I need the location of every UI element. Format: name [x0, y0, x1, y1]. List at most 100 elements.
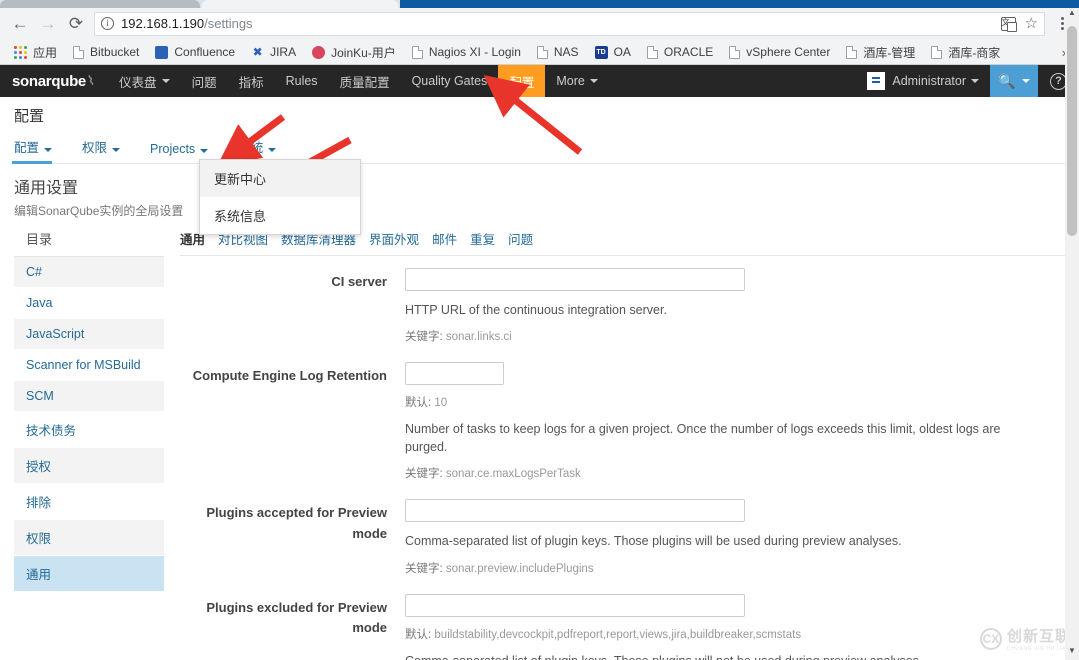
sidebar-title: 目录 — [14, 227, 164, 257]
setting-description: HTTP URL of the continuous integration s… — [405, 303, 667, 317]
address-bar[interactable]: i 192.168.1.190/settings ☆ — [94, 11, 1045, 36]
scroll-down-icon[interactable]: ▼ — [1065, 646, 1079, 660]
back-icon[interactable]: ← — [6, 10, 34, 38]
user-menu[interactable]: Administrator — [856, 65, 990, 97]
setting-label: Compute Engine Log Retention — [192, 368, 387, 384]
nav-label: 问题 — [191, 75, 217, 90]
nav-item-rules[interactable]: Rules — [275, 65, 329, 97]
scroll-up-icon[interactable]: ▲ — [1065, 8, 1079, 22]
bookmark-label: JIRA — [270, 45, 297, 59]
browser-tab-strip[interactable] — [0, 0, 1079, 8]
bookmark-nagios[interactable]: Nagios XI - Login — [404, 41, 529, 63]
sidebar-item-exclusions[interactable]: 排除 — [14, 484, 164, 520]
section-subheading: 编辑SonarQube实例的全局设置 — [14, 204, 184, 218]
page-icon — [646, 45, 658, 59]
subnav-item-configuration[interactable]: 配置 — [12, 134, 66, 164]
sidebar-item-permissions[interactable]: 权限 — [14, 520, 164, 556]
sonarqube-logo[interactable]: sonarqube ⌇ — [0, 65, 108, 97]
nav-item-dashboard[interactable]: 仪表盘 — [108, 65, 181, 97]
nav-label: Quality Gates — [411, 74, 488, 88]
browser-toolbar: ← → ⟳ i 192.168.1.190/settings ☆ — [0, 8, 1079, 40]
setting-key: 关键字: sonar.ce.maxLogsPerTask — [405, 465, 1069, 481]
bookmark-label: Bitbucket — [90, 45, 140, 59]
bookmark-oracle[interactable]: ORACLE — [639, 41, 721, 63]
subnav-item-permissions[interactable]: 权限 — [80, 134, 134, 163]
bookmark-label: ORACLE — [663, 45, 714, 59]
jira-icon: ✖ — [252, 44, 263, 59]
setting-description: Comma-separated list of plugin keys. Tho… — [405, 534, 902, 549]
section-heading: 通用设置 — [14, 180, 79, 197]
plugins-excluded-input[interactable] — [405, 593, 745, 617]
bookmark-label: NAS — [553, 45, 579, 59]
bookmark-joinku[interactable]: JoinKu-用户 — [304, 41, 404, 63]
nav-label: 配置 — [509, 75, 535, 90]
td-icon: TD — [594, 45, 608, 59]
setting-compute-engine-log-retention: Compute Engine Log Retention 默认: 10 Numb… — [180, 362, 1069, 481]
page-scrollbar[interactable]: ▲ ▼ — [1065, 8, 1079, 660]
forward-icon[interactable]: → — [34, 10, 62, 38]
site-info-icon[interactable]: i — [101, 17, 114, 30]
bookmark-label: Confluence — [174, 45, 236, 59]
qr-avatar-icon — [867, 72, 886, 90]
nav-item-quality-profiles[interactable]: 质量配置 — [329, 65, 401, 97]
user-name: Administrator — [892, 74, 966, 88]
sidebar-item-technical-debt[interactable]: 技术债务 — [14, 412, 164, 448]
logo-text: sonarqube — [12, 72, 86, 90]
url-text: 192.168.1.190/settings — [121, 16, 253, 31]
bookmark-apps[interactable]: 应用 — [6, 41, 65, 63]
nav-item-more[interactable]: More — [545, 65, 608, 97]
tab-duplications[interactable]: 重复 — [470, 229, 495, 248]
bookmark-vsphere[interactable]: vSphere Center — [721, 41, 838, 63]
sidebar-item-licenses[interactable]: 授权 — [14, 448, 164, 484]
setting-ci-server: CI server HTTP URL of the continuous int… — [180, 268, 1069, 344]
plugins-accepted-input[interactable] — [405, 499, 745, 523]
chevron-down-icon — [161, 79, 170, 83]
watermark-logo-icon: CX — [979, 627, 1002, 650]
menu-item-update-center[interactable]: 更新中心 — [200, 160, 360, 197]
setting-plugins-excluded-preview: Plugins excluded for Preview mode 默认: bu… — [180, 593, 1069, 660]
bookmark-jiuku-merchant[interactable]: 酒库-商家 — [923, 41, 1008, 63]
sidebar-item-javascript[interactable]: JavaScript — [14, 319, 164, 350]
sidebar-item-general[interactable]: 通用 — [14, 556, 164, 592]
chevron-down-icon — [44, 148, 53, 152]
bookmark-jiuku-admin[interactable]: 酒库-管理 — [838, 41, 923, 63]
scrollbar-thumb[interactable] — [1067, 26, 1077, 236]
bookmark-oa[interactable]: TD OA — [587, 41, 639, 63]
bookmark-label: 应用 — [33, 45, 58, 60]
bookmark-label: Nagios XI - Login — [428, 45, 521, 59]
sidebar-item-java[interactable]: Java — [14, 288, 164, 319]
nav-item-measures[interactable]: 指标 — [228, 65, 275, 97]
setting-body: 默认: 10 Number of tasks to keep logs for … — [405, 362, 1069, 481]
bookmark-nas[interactable]: NAS — [529, 41, 587, 63]
bookmark-label: JoinKu-用户 — [331, 45, 396, 60]
search-button[interactable]: 🔍 — [990, 65, 1038, 97]
setting-key: 关键字: sonar.preview.includePlugins — [405, 560, 1069, 576]
watermark-text: 创新互联 — [1006, 628, 1071, 645]
tab-email[interactable]: 邮件 — [432, 229, 457, 248]
nav-label: Rules — [285, 74, 318, 88]
bookmark-jira[interactable]: ✖ JIRA — [243, 41, 304, 63]
browser-tab-active[interactable] — [202, 0, 398, 8]
sidebar-item-scm[interactable]: SCM — [14, 381, 164, 412]
bookmark-star-icon[interactable]: ☆ — [1025, 16, 1038, 31]
apps-grid-icon — [14, 45, 27, 59]
nav-item-issues[interactable]: 问题 — [181, 65, 228, 97]
sidebar-item-csharp[interactable]: C# — [14, 257, 164, 288]
ci-server-input[interactable] — [405, 268, 745, 291]
translate-icon[interactable] — [1000, 16, 1017, 32]
setting-body: Comma-separated list of plugin keys. Tho… — [405, 499, 1069, 575]
compute-engine-log-retention-input[interactable] — [405, 362, 504, 386]
logo-wave-icon: ⌇ — [86, 72, 96, 89]
reload-icon[interactable]: ⟳ — [62, 10, 90, 38]
nav-item-administration[interactable]: 配置 — [498, 65, 546, 97]
bookmark-confluence[interactable]: Confluence — [147, 41, 243, 63]
nav-item-quality-gates[interactable]: Quality Gates — [401, 65, 499, 97]
menu-item-system-info[interactable]: 系统信息 — [200, 197, 360, 234]
bookmark-bitbucket[interactable]: Bitbucket — [65, 41, 147, 63]
sidebar-item-scanner-for-msbuild[interactable]: Scanner for MSBuild — [14, 350, 164, 381]
bookmark-label: 酒库-商家 — [948, 45, 1001, 60]
browser-tab-background[interactable] — [0, 0, 200, 8]
tab-look-and-feel[interactable]: 界面外观 — [369, 229, 419, 248]
nav-label: 指标 — [238, 75, 264, 90]
tab-issues[interactable]: 问题 — [508, 229, 533, 248]
